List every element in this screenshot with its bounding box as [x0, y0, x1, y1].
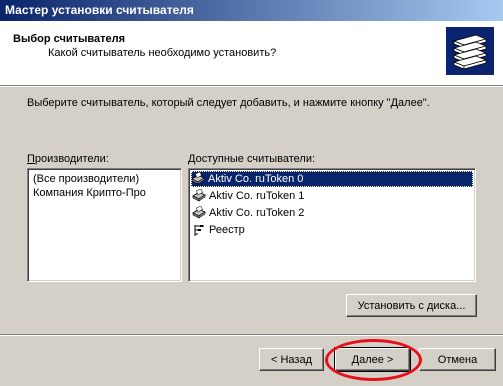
back-label: < Назад: [271, 353, 312, 366]
readers-list[interactable]: Aktiv Co. ruToken 0 Aktiv Co. ruToken 1 …: [188, 168, 476, 282]
next-label: Далее >: [351, 353, 394, 366]
reader-item-rutoken-1[interactable]: Aktiv Co. ruToken 1: [192, 188, 308, 204]
reader-item-rutoken-0[interactable]: Aktiv Co. ruToken 0: [191, 171, 473, 187]
next-button[interactable]: Далее >: [334, 347, 411, 372]
footer-divider: [0, 334, 503, 336]
window-title: Мастер установки считывателя: [5, 3, 194, 17]
cancel-button[interactable]: Отмена: [419, 348, 496, 371]
cancel-label: Отмена: [437, 353, 478, 366]
readers-label: Доступные считыватели:: [188, 153, 316, 165]
manufacturers-label: Производители:: [27, 153, 109, 165]
manufacturers-list[interactable]: (Все производители) Компания Крипто-Про: [27, 168, 182, 282]
header-divider: [0, 85, 503, 87]
reader-item-registry[interactable]: Реестр: [192, 222, 249, 238]
wizard-window: Мастер установки считывателя Выбор считы…: [0, 0, 503, 386]
header-subtitle: Какой считыватель необходимо установить?: [48, 47, 277, 59]
smartcard-reader-icon: [192, 188, 206, 203]
reader-item-rutoken-2[interactable]: Aktiv Co. ruToken 2: [192, 205, 308, 221]
registry-icon: [192, 223, 206, 237]
install-from-disk-button[interactable]: Установить с диска...: [346, 294, 477, 317]
smartcard-reader-icon: [191, 171, 205, 186]
list-item[interactable]: Компания Крипто-Про: [33, 186, 146, 200]
title-bar[interactable]: Мастер установки считывателя: [0, 0, 503, 21]
wizard-header: Выбор считывателя Какой считыватель необ…: [0, 21, 503, 85]
back-button[interactable]: < Назад: [259, 348, 324, 371]
server-stack-icon: [446, 27, 494, 75]
install-from-disk-label: Установить с диска...: [357, 299, 466, 312]
header-title: Выбор считывателя: [13, 33, 126, 45]
smartcard-reader-icon: [192, 205, 206, 220]
list-item[interactable]: (Все производители): [33, 172, 139, 186]
instructions-text: Выберите считыватель, который следует до…: [27, 97, 430, 109]
